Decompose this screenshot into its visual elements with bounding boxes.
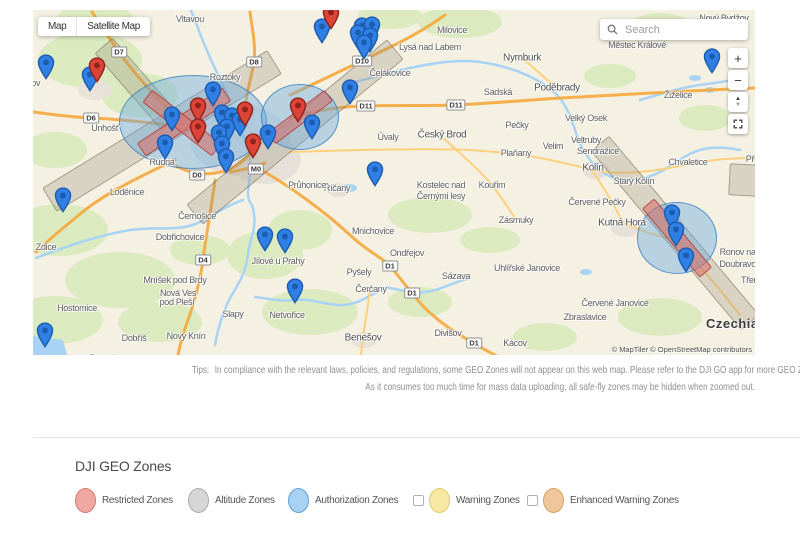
- fullscreen-icon: [733, 119, 743, 129]
- map-pin-red[interactable]: [322, 10, 340, 30]
- map-pin-blue[interactable]: [703, 48, 721, 74]
- legend-item-restricted-zones: Restricted Zones: [75, 487, 173, 513]
- search-icon: [607, 24, 618, 35]
- tips-block: Tips: In compliance with the relevant law…: [33, 362, 800, 396]
- tilt-control-button[interactable]: ▲ ▼: [728, 92, 748, 112]
- legend-title: DJI GEO Zones: [75, 458, 172, 474]
- map-pin-blue[interactable]: [667, 221, 685, 247]
- map-pin-red[interactable]: [88, 57, 106, 83]
- tips-line-1: Tips: In compliance with the relevant law…: [191, 364, 800, 376]
- enhanced-warning-zones-swatch: [543, 487, 564, 513]
- tips-line-2: As it consumes too much time for mass da…: [365, 381, 755, 393]
- restricted-zones-swatch: [75, 487, 96, 513]
- up-down-arrows-icon: ▲ ▼: [735, 96, 741, 108]
- map-view-button[interactable]: Map: [38, 17, 76, 36]
- map-pin-blue[interactable]: [163, 106, 181, 132]
- fullscreen-button[interactable]: [728, 114, 748, 134]
- map-pin-red[interactable]: [189, 118, 207, 144]
- map-pin-blue[interactable]: [286, 278, 304, 304]
- map-pin-red[interactable]: [236, 101, 254, 127]
- map-pin-blue[interactable]: [341, 79, 359, 105]
- warning-zones-checkbox[interactable]: [413, 494, 424, 506]
- map-pin-blue[interactable]: [355, 34, 373, 60]
- country-label: Czechia: [706, 316, 755, 331]
- search-input[interactable]: [623, 22, 748, 37]
- section-divider: [33, 437, 800, 438]
- tips-label: Tips:: [191, 364, 210, 376]
- map-pin-blue[interactable]: [217, 148, 235, 174]
- map-pin-red[interactable]: [244, 133, 262, 159]
- map-canvas[interactable]: Vltavou Roztoky Milovice Lysá nad Labem Nymb…: [33, 10, 755, 355]
- map-markers-layer: [33, 10, 755, 355]
- warning-zones-swatch: [429, 487, 450, 513]
- map-pin-blue[interactable]: [256, 226, 274, 252]
- legend-item-altitude-zones: Altitude Zones: [188, 487, 275, 513]
- map-pin-blue[interactable]: [677, 247, 695, 273]
- altitude-zones-label: Altitude Zones: [215, 494, 275, 506]
- warning-zones-label: Warning Zones: [456, 494, 520, 506]
- map-pin-red[interactable]: [289, 97, 307, 123]
- map-pin-blue[interactable]: [156, 134, 174, 160]
- legend-item-warning-zones: Warning Zones: [413, 487, 520, 513]
- map-pin-blue[interactable]: [54, 187, 72, 213]
- authorization-zones-swatch: [288, 487, 309, 513]
- enhanced-warning-zones-checkbox[interactable]: [527, 494, 538, 506]
- map-type-toggle: Map Satellite Map: [38, 17, 150, 36]
- legend-row: Restricted Zones Altitude Zones Authorizat…: [0, 487, 800, 514]
- map-pin-blue[interactable]: [36, 322, 54, 348]
- legend-item-enhanced-warning-zones: Enhanced Warning Zones: [527, 487, 679, 513]
- satellite-view-button[interactable]: Satellite Map: [77, 17, 150, 36]
- zoom-out-button[interactable]: −: [728, 70, 748, 90]
- map-attribution: © MapTiler © OpenStreetMap contributors: [611, 345, 752, 354]
- altitude-zones-swatch: [188, 487, 209, 513]
- search-box: [600, 19, 748, 40]
- restricted-zones-label: Restricted Zones: [102, 494, 173, 506]
- legend-item-authorization-zones: Authorization Zones: [288, 487, 399, 513]
- zoom-in-button[interactable]: +: [728, 48, 748, 68]
- enhanced-warning-zones-label: Enhanced Warning Zones: [570, 494, 679, 506]
- map-pin-blue[interactable]: [276, 228, 294, 254]
- map-pin-blue[interactable]: [37, 54, 55, 80]
- page: Vltavou Roztoky Milovice Lysá nad Labem Nymb…: [0, 0, 800, 533]
- authorization-zones-label: Authorization Zones: [315, 494, 399, 506]
- map-pin-blue[interactable]: [366, 161, 384, 187]
